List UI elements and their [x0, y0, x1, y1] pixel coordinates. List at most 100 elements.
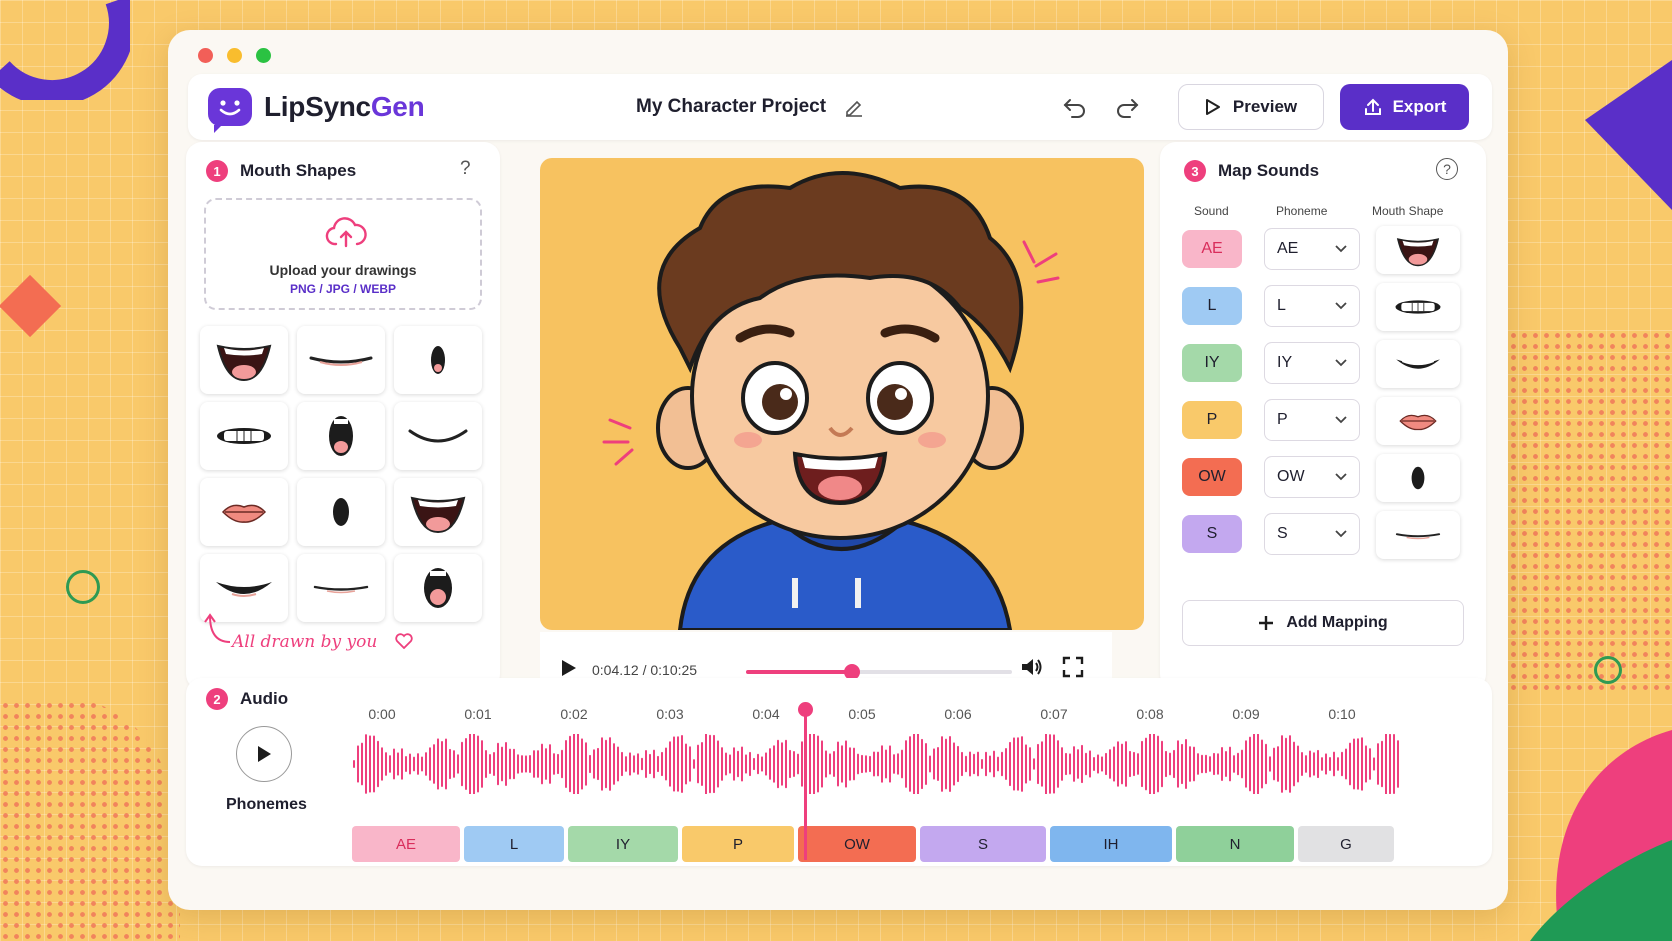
mouth-shape-preview[interactable] — [1376, 283, 1460, 331]
audio-panel: 2 Audio Phonemes 0:00 0:01 0:02 0:03 0:04 0:0… — [186, 678, 1492, 866]
seek-bar[interactable] — [746, 664, 1012, 680]
mouth-shape-flat-smile[interactable] — [297, 326, 385, 394]
step-badge: 2 — [206, 688, 228, 710]
column-header-mouth-shape: Mouth Shape — [1372, 204, 1444, 218]
timeline-tick: 0:04 — [752, 706, 780, 722]
app-logo[interactable]: LipSyncGen — [208, 88, 425, 133]
phoneme-value: AE — [1277, 240, 1299, 257]
mouth-shape-wide-open[interactable] — [200, 326, 288, 394]
top-bar: LipSyncGen My Character Project Preview … — [188, 74, 1492, 140]
help-icon[interactable]: ? — [1436, 158, 1458, 180]
chevron-down-icon — [1335, 530, 1347, 538]
play-icon — [258, 746, 271, 762]
phoneme-value: P — [1277, 411, 1288, 428]
sound-chip[interactable]: IY — [1182, 344, 1242, 382]
annotation-text: All drawn by you — [232, 632, 378, 652]
timeline-tick: 0:01 — [464, 706, 492, 722]
phoneme-segment[interactable]: S — [920, 826, 1046, 862]
fullscreen-icon[interactable] — [1062, 656, 1084, 678]
play-icon[interactable] — [560, 658, 578, 678]
timeline-tick: 0:00 — [368, 706, 396, 722]
phoneme-segment[interactable]: N — [1176, 826, 1294, 862]
phoneme-select[interactable]: S — [1264, 513, 1360, 555]
phoneme-select[interactable]: P — [1264, 399, 1360, 441]
mouth-shape-lips[interactable] — [200, 478, 288, 546]
chevron-down-icon — [1335, 245, 1347, 253]
mapping-row: OW OW — [1182, 454, 1462, 502]
phoneme-value: S — [1277, 525, 1288, 542]
pencil-edit-icon[interactable] — [844, 97, 864, 117]
mouth-shape-teeth[interactable] — [200, 402, 288, 470]
green-circle-decoration — [66, 570, 100, 604]
mapping-row: AE AE — [1182, 226, 1462, 274]
purple-arc-decoration — [0, 0, 130, 100]
undo-icon[interactable] — [1062, 94, 1088, 118]
mouth-shape-open-oval[interactable] — [297, 402, 385, 470]
chevron-down-icon — [1335, 359, 1347, 367]
timeline-tick: 0:05 — [848, 706, 876, 722]
column-header-phoneme: Phoneme — [1276, 204, 1328, 218]
mouth-shape-preview[interactable] — [1376, 226, 1460, 274]
phoneme-segment[interactable]: AE — [352, 826, 460, 862]
timeline-tick: 0:09 — [1232, 706, 1260, 722]
sound-chip[interactable]: S — [1182, 515, 1242, 553]
sound-chip[interactable]: L — [1182, 287, 1242, 325]
mouth-shape-big-laugh[interactable] — [394, 478, 482, 546]
timeline-tick: 0:02 — [560, 706, 588, 722]
audio-play-button[interactable] — [236, 726, 292, 782]
phoneme-value: L — [1277, 297, 1286, 314]
phoneme-select[interactable]: IY — [1264, 342, 1360, 384]
mouth-shape-soft-smile[interactable] — [394, 402, 482, 470]
sound-chip[interactable]: P — [1182, 401, 1242, 439]
mouth-shape-preview[interactable] — [1376, 340, 1460, 388]
sound-chip[interactable]: OW — [1182, 458, 1242, 496]
phoneme-segment[interactable]: P — [682, 826, 794, 862]
dots-pattern-right — [1508, 330, 1672, 690]
phoneme-select[interactable]: OW — [1264, 456, 1360, 498]
mouth-shape-round-open[interactable] — [394, 554, 482, 622]
close-window-button[interactable] — [198, 48, 213, 63]
mouth-shape-small-o[interactable] — [394, 326, 482, 394]
character-illustration — [602, 171, 1060, 630]
phoneme-segment[interactable]: OW — [798, 826, 916, 862]
mouth-shape-preview[interactable] — [1376, 397, 1460, 445]
volume-icon[interactable] — [1020, 656, 1044, 678]
phoneme-segment[interactable]: IY — [568, 826, 678, 862]
audio-waveform[interactable] — [352, 734, 1402, 794]
minimize-window-button[interactable] — [227, 48, 242, 63]
phoneme-select[interactable]: L — [1264, 285, 1360, 327]
maximize-window-button[interactable] — [256, 48, 271, 63]
phoneme-segment[interactable]: L — [464, 826, 564, 862]
mapping-row: LL — [1182, 283, 1462, 331]
phonemes-label: Phonemes — [226, 796, 307, 813]
history-controls — [1062, 94, 1140, 118]
mouth-shape-narrow-o[interactable] — [297, 478, 385, 546]
preview-button[interactable]: Preview — [1178, 84, 1324, 130]
mouth-shape-preview[interactable] — [1376, 454, 1460, 502]
phoneme-segment[interactable]: IH — [1050, 826, 1172, 862]
purple-triangle-decoration — [1585, 60, 1672, 210]
step-badge: 3 — [1184, 160, 1206, 182]
project-title: My Character Project — [636, 96, 827, 117]
mouth-shape-closed-line[interactable] — [297, 554, 385, 622]
plus-icon — [1259, 616, 1274, 630]
add-mapping-button[interactable]: Add Mapping — [1182, 600, 1464, 646]
map-sounds-panel: 3 Map Sounds ? Sound Phoneme Mouth Shape… — [1160, 142, 1486, 690]
mouth-shapes-panel: 1 Mouth Shapes ? Upload your drawings PN… — [186, 142, 500, 690]
phoneme-select[interactable]: AE — [1264, 228, 1360, 270]
help-icon[interactable]: ? — [460, 158, 471, 180]
phoneme-value: OW — [1277, 468, 1305, 485]
export-button[interactable]: Export — [1340, 84, 1469, 130]
sound-chip[interactable]: AE — [1182, 230, 1242, 268]
upload-dropzone[interactable]: Upload your drawings PNG / JPG / WEBP — [204, 198, 482, 310]
mouth-shape-preview[interactable] — [1376, 511, 1460, 559]
phoneme-segment[interactable]: G — [1298, 826, 1394, 862]
drawn-annotation: All drawn by you — [204, 613, 413, 652]
play-outline-icon — [1205, 99, 1220, 115]
playhead-cursor[interactable] — [798, 702, 813, 860]
upload-formats: PNG / JPG / WEBP — [289, 282, 397, 296]
redo-icon[interactable] — [1114, 94, 1140, 118]
timeline-tick: 0:03 — [656, 706, 684, 722]
upload-export-icon — [1364, 98, 1381, 115]
mapping-row: IY IY — [1182, 340, 1462, 388]
